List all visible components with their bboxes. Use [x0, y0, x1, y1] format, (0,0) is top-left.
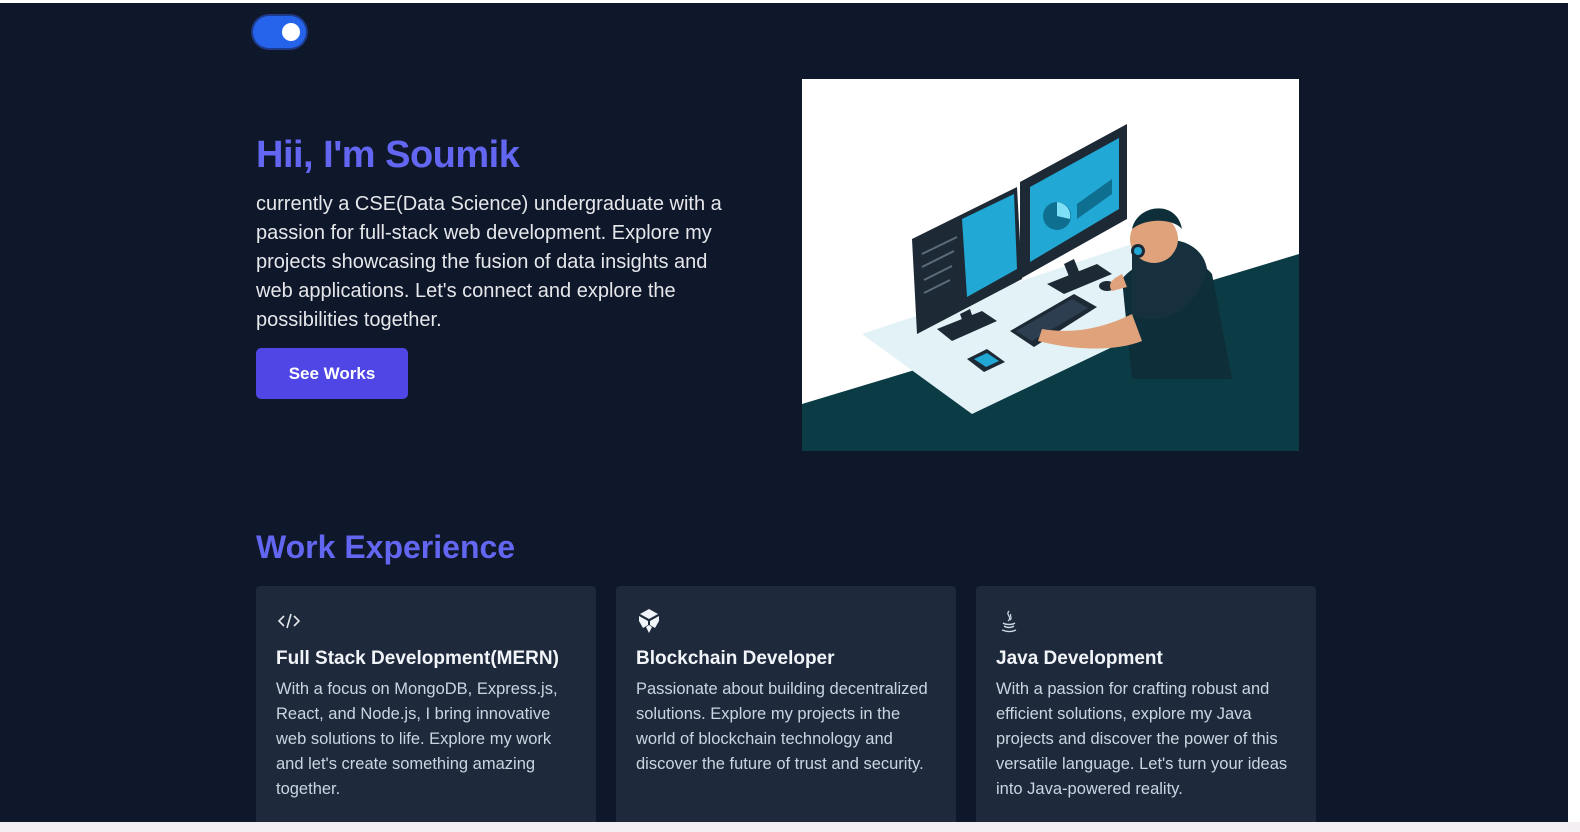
window-edge-bottom: [0, 822, 1580, 832]
card-title: Blockchain Developer: [636, 648, 835, 669]
work-experience-title: Work Experience: [256, 529, 516, 565]
card-java: Java Development With a passion for craf…: [976, 586, 1316, 822]
card-full-stack: Full Stack Development(MERN) With a focu…: [256, 586, 596, 822]
window-edge: [1568, 0, 1580, 832]
card-text: With a focus on MongoDB, Express.js, Rea…: [276, 680, 558, 798]
card-text: Passionate about building decentralized …: [636, 680, 928, 773]
hero-title: Hii, I'm Soumik: [256, 134, 520, 176]
developer-illustration: [802, 79, 1299, 451]
card-title: Full Stack Development(MERN): [276, 648, 559, 669]
blockchain-icon: [636, 608, 662, 634]
theme-toggle[interactable]: [253, 16, 306, 48]
card-blockchain: Blockchain Developer Passionate about bu…: [616, 586, 956, 822]
card-text: With a passion for crafting robust and e…: [996, 680, 1288, 798]
toggle-knob: [282, 23, 300, 41]
see-works-button[interactable]: See Works: [256, 348, 408, 399]
hero-description: currently a CSE(Data Science) undergradu…: [256, 193, 722, 331]
card-title: Java Development: [996, 648, 1163, 669]
portfolio-page: Hii, I'm Soumik currently a CSE(Data Sci…: [0, 3, 1568, 822]
code-icon: [276, 608, 302, 634]
java-icon: [996, 608, 1022, 634]
